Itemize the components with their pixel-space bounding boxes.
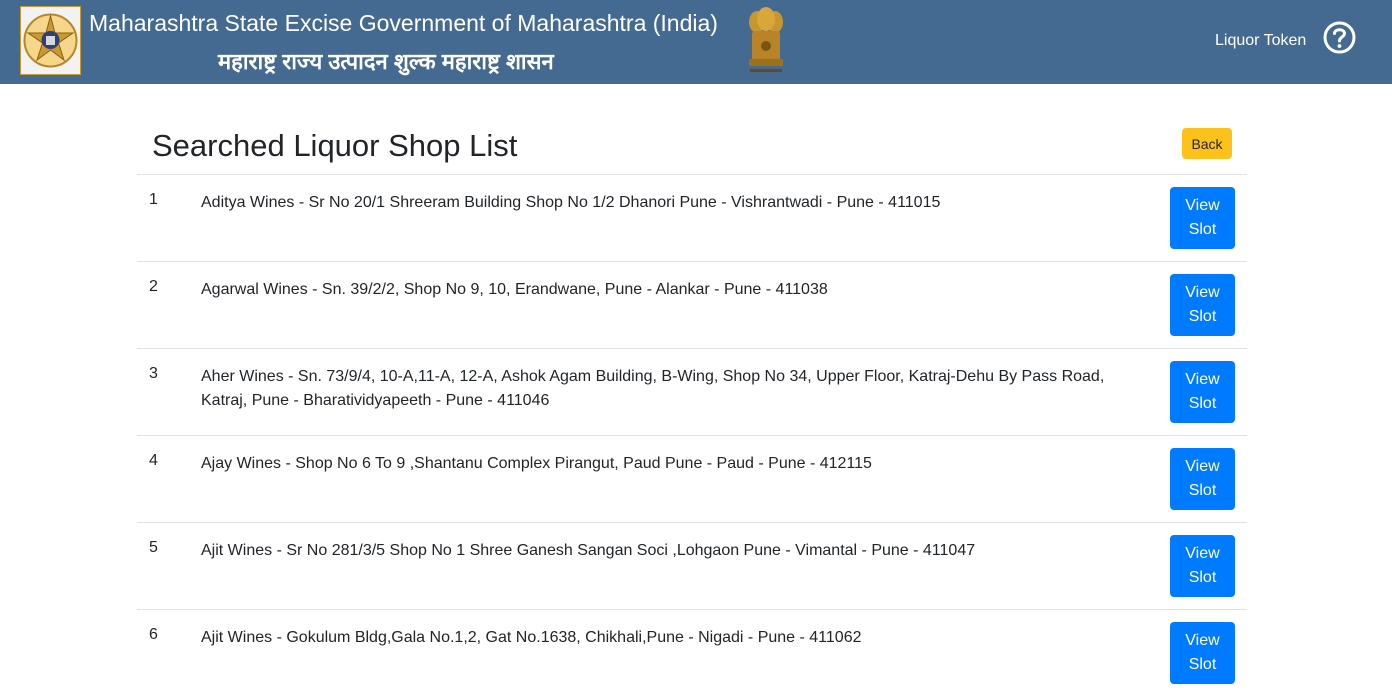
- view-slot-label-line2: Slot: [1188, 221, 1217, 238]
- view-slot-label-line1: View: [1185, 197, 1220, 214]
- view-slot-button[interactable]: View Slot: [1170, 274, 1235, 336]
- shop-details: Aher Wines - Sn. 73/9/4, 10-A,11-A, 12-A…: [201, 368, 1105, 409]
- shop-details: Agarwal Wines - Sn. 39/2/2, Shop No 9, 1…: [201, 281, 828, 298]
- back-button[interactable]: Back: [1182, 128, 1232, 159]
- view-slot-button[interactable]: View Slot: [1170, 361, 1235, 423]
- view-slot-label-line2: Slot: [1188, 569, 1217, 586]
- shop-row: 3 Aher Wines - Sn. 73/9/4, 10-A,11-A, 12…: [137, 348, 1247, 435]
- shop-details: Aditya Wines - Sr No 20/1 Shreeram Build…: [201, 194, 941, 211]
- shop-row: 5 Ajit Wines - Sr No 281/3/5 Shop No 1 S…: [137, 522, 1247, 609]
- liquor-token-link[interactable]: Liquor Token: [1215, 32, 1306, 50]
- view-slot-button[interactable]: View Slot: [1170, 535, 1235, 597]
- view-slot-label-line1: View: [1185, 284, 1220, 301]
- national-emblem-icon: [744, 4, 788, 78]
- shop-number: 1: [149, 191, 158, 208]
- shop-row: 1 Aditya Wines - Sr No 20/1 Shreeram Bui…: [137, 174, 1247, 261]
- view-slot-label-line1: View: [1185, 632, 1220, 649]
- site-title-marathi: महाराष्ट्र राज्य उत्पादन शुल्क महाराष्ट्…: [218, 49, 554, 74]
- view-slot-label-line2: Slot: [1188, 395, 1217, 412]
- view-slot-label-line2: Slot: [1188, 656, 1217, 673]
- shop-number: 6: [149, 626, 158, 643]
- shop-number: 2: [149, 278, 158, 295]
- shop-row: 4 Ajay Wines - Shop No 6 To 9 ,Shantanu …: [137, 435, 1247, 522]
- shop-number: 5: [149, 539, 158, 556]
- view-slot-button[interactable]: View Slot: [1170, 448, 1235, 510]
- excise-logo-icon[interactable]: [20, 6, 81, 75]
- shop-number: 3: [149, 365, 158, 382]
- site-title-english: Maharashtra State Excise Government of M…: [89, 10, 718, 36]
- shop-details: Ajay Wines - Shop No 6 To 9 ,Shantanu Co…: [201, 455, 872, 472]
- view-slot-label-line1: View: [1185, 458, 1220, 475]
- view-slot-label-line2: Slot: [1188, 308, 1217, 325]
- view-slot-label-line1: View: [1185, 371, 1220, 388]
- shop-row: 2 Agarwal Wines - Sn. 39/2/2, Shop No 9,…: [137, 261, 1247, 348]
- shop-details: Ajit Wines - Gokulum Bldg,Gala No.1,2, G…: [201, 629, 862, 646]
- page-title: Searched Liquor Shop List: [152, 128, 518, 163]
- shop-row: 6 Ajit Wines - Gokulum Bldg,Gala No.1,2,…: [137, 609, 1247, 696]
- shop-list: 1 Aditya Wines - Sr No 20/1 Shreeram Bui…: [137, 174, 1247, 696]
- view-slot-label-line1: View: [1185, 545, 1220, 562]
- shop-details: Ajit Wines - Sr No 281/3/5 Shop No 1 Shr…: [201, 542, 976, 559]
- view-slot-label-line2: Slot: [1188, 482, 1217, 499]
- top-header: Maharashtra State Excise Government of M…: [0, 0, 1392, 84]
- shop-number: 4: [149, 452, 158, 469]
- question-circle-icon[interactable]: [1323, 21, 1356, 54]
- view-slot-button[interactable]: View Slot: [1170, 187, 1235, 249]
